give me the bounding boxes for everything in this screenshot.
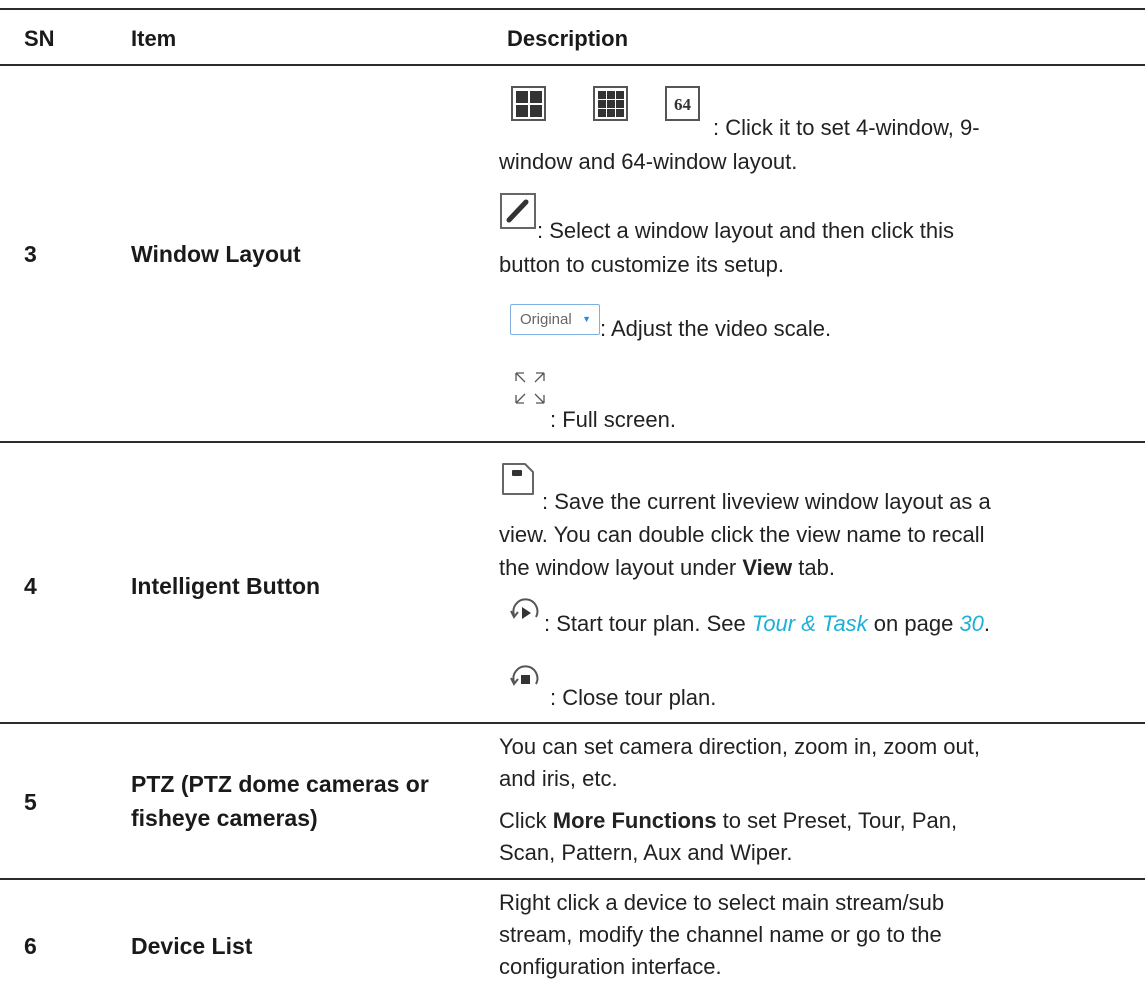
pencil-icon (500, 193, 536, 229)
start-tour-icon (510, 598, 539, 619)
header-sn: SN (24, 26, 55, 51)
layout-desc-line1: : Click it to set 4-window, 9- (713, 115, 980, 140)
chevron-down-icon: ▼ (582, 314, 591, 324)
close-tour-icon (510, 665, 539, 686)
start-tour-desc: : Start tour plan. See Tour & Task on pa… (544, 611, 991, 636)
row-sn: 4 (24, 573, 37, 599)
save-view-desc-line2: view. You can double click the view name… (499, 522, 985, 547)
nine-window-icon (593, 86, 628, 121)
save-view-icon (502, 463, 534, 495)
row-item-line2: fisheye cameras) (131, 805, 318, 831)
row-rule (0, 441, 1145, 443)
sixty-four-label: 64 (674, 95, 692, 114)
row-rule (0, 878, 1145, 880)
save-view-desc-line3: the window layout under View tab. (499, 555, 835, 580)
ptz-desc-line1: You can set camera direction, zoom in, z… (499, 734, 980, 759)
device-list-desc-line2: stream, modify the channel name or go to… (499, 922, 942, 947)
header-description: Description (507, 26, 629, 51)
row-item: Window Layout (131, 241, 301, 267)
device-list-desc-line3: configuration interface. (499, 954, 722, 979)
row-item: Device List (131, 933, 253, 959)
page-30-link[interactable]: 30 (959, 611, 983, 636)
row-sn: 5 (24, 789, 37, 815)
ptz-desc-line4: Scan, Pattern, Aux and Wiper. (499, 840, 793, 865)
device-list-desc-line1: Right click a device to select main stre… (499, 890, 945, 915)
video-scale-dropdown[interactable]: Original ▼ (510, 304, 600, 335)
dropdown-value: Original (520, 311, 572, 328)
row-rule (0, 722, 1145, 724)
header-item: Item (131, 26, 177, 51)
tour-task-link[interactable]: Tour & Task (752, 611, 868, 636)
row-sn: 3 (24, 241, 37, 267)
edit-desc-line1: : Select a window layout and then click … (537, 218, 955, 243)
four-window-icon (511, 86, 546, 121)
table-top-rule (0, 8, 1145, 10)
ptz-desc-line2: and iris, etc. (499, 766, 618, 791)
edit-desc-line2: button to customize its setup. (499, 252, 784, 277)
ptz-desc-line3: Click More Functions to set Preset, Tour… (499, 808, 958, 833)
header-rule (0, 64, 1145, 66)
row-item: Intelligent Button (131, 573, 321, 599)
close-tour-desc: : Close tour plan. (550, 685, 717, 710)
save-view-desc-line1: : Save the current liveview window layou… (542, 489, 991, 514)
sixty-four-window-icon: 64 (665, 86, 700, 121)
fullscreen-icon (515, 372, 545, 404)
row-sn: 6 (24, 933, 37, 959)
layout-desc-line2: window and 64-window layout. (499, 149, 798, 174)
window-layout-icons: 64 (511, 86, 700, 121)
scale-desc: : Adjust the video scale. (600, 316, 832, 341)
fullscreen-desc: : Full screen. (550, 407, 676, 432)
row-item-line1: PTZ (PTZ dome cameras or (131, 771, 429, 797)
